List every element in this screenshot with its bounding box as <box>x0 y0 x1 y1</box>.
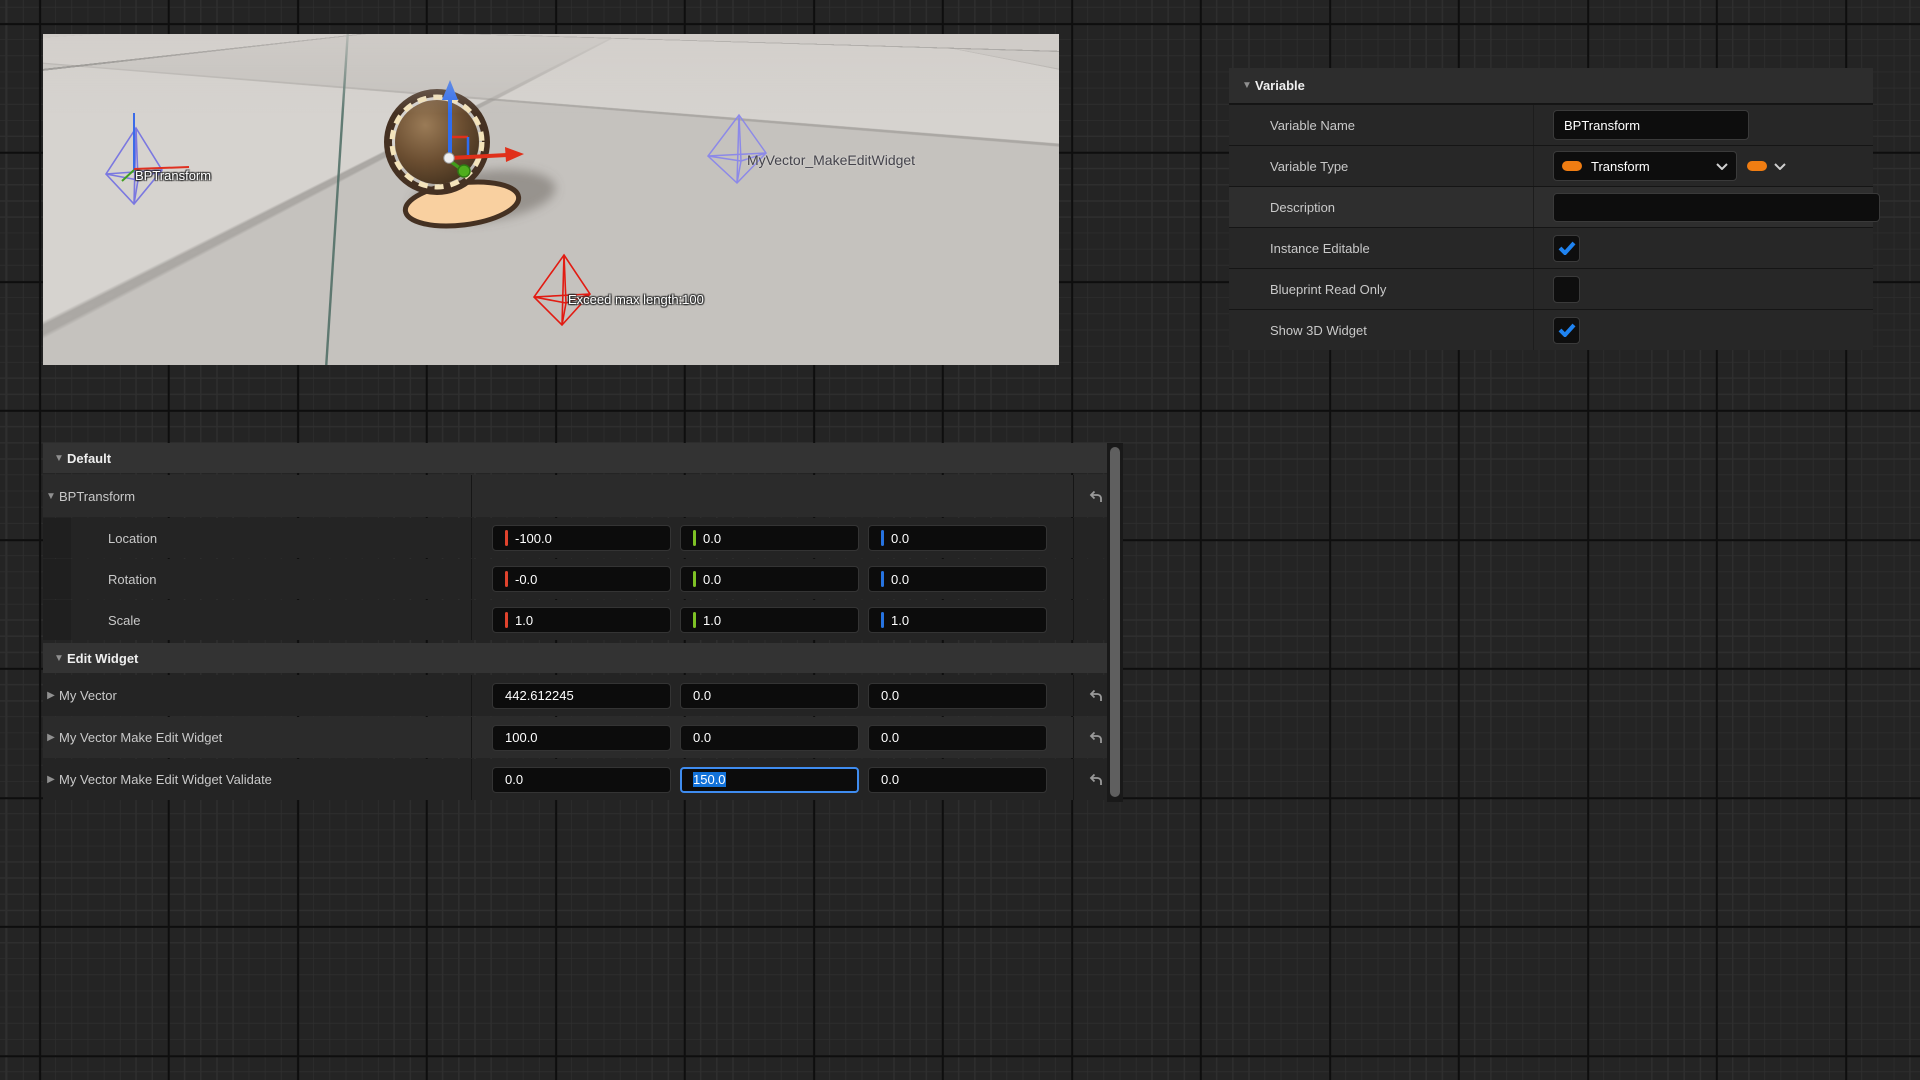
row-location: Location -100.0 0.0 0.0 <box>43 518 1107 558</box>
variable-panel: ▼ Variable Variable Name BPTransform Var… <box>1229 68 1873 350</box>
row-label: My Vector Make Edit Widget Validate <box>59 772 272 787</box>
row-label: BPTransform <box>59 489 135 504</box>
column-splitter[interactable] <box>1533 146 1534 186</box>
variable-name-row: Variable Name BPTransform <box>1229 105 1873 145</box>
gizmo-x-arrowhead[interactable] <box>505 147 524 162</box>
reset-to-default-button[interactable] <box>1083 484 1107 508</box>
column-splitter[interactable] <box>1533 310 1534 350</box>
world-axis-line <box>326 34 348 365</box>
my-vector-validate-x-field[interactable]: 0.0 <box>492 767 671 793</box>
widget-octahedron-exceed[interactable] <box>534 255 590 325</box>
show-3d-widget-checkbox[interactable] <box>1553 317 1580 344</box>
row-label: Rotation <box>43 572 156 587</box>
sphere-billboard[interactable] <box>388 93 486 191</box>
instance-editable-checkbox[interactable] <box>1553 235 1580 262</box>
expand-triangle-icon[interactable]: ▶ <box>43 690 59 701</box>
row-scale: Scale 1.0 1.0 1.0 <box>43 600 1107 640</box>
location-z-field[interactable]: 0.0 <box>868 525 1047 551</box>
reset-to-default-button[interactable] <box>1083 726 1107 750</box>
my-vector-y-field[interactable]: 0.0 <box>680 683 859 709</box>
preview-viewport[interactable]: BPTransform MyVector_MakeEditWidget Exce… <box>43 34 1059 365</box>
instance-editable-label: Instance Editable <box>1229 241 1533 256</box>
transform-pin-icon <box>1562 161 1582 171</box>
reset-to-default-button[interactable] <box>1083 684 1107 708</box>
location-y-field[interactable]: 0.0 <box>680 525 859 551</box>
scale-z-field[interactable]: 1.0 <box>868 607 1047 633</box>
scale-x-field[interactable]: 1.0 <box>492 607 671 633</box>
description-row: Description <box>1229 187 1873 227</box>
section-header-default[interactable]: ▼ Default <box>43 443 1107 473</box>
scale-y-field[interactable]: 1.0 <box>680 607 859 633</box>
label-myvector-makeeditwidget: MyVector_MakeEditWidget <box>747 152 915 168</box>
my-vector-make-z-field[interactable]: 0.0 <box>868 725 1047 751</box>
row-bptransform: ▼ BPTransform <box>43 475 1107 517</box>
column-splitter[interactable] <box>1533 105 1534 145</box>
row-my-vector: ▶ My Vector 442.612245 0.0 0.0 <box>43 675 1107 716</box>
section-title: Default <box>67 451 111 466</box>
my-vector-make-x-field[interactable]: 100.0 <box>492 725 671 751</box>
collapse-triangle-icon[interactable]: ▼ <box>1239 80 1255 91</box>
row-rotation: Rotation -0.0 0.0 0.0 <box>43 559 1107 599</box>
row-my-vector-make-edit-widget: ▶ My Vector Make Edit Widget 100.0 0.0 0… <box>43 717 1107 758</box>
variable-section-title: Variable <box>1255 78 1305 93</box>
column-splitter[interactable] <box>1533 228 1534 268</box>
viewport-scene <box>43 34 1059 365</box>
variable-name-label: Variable Name <box>1229 118 1533 133</box>
expand-triangle-icon[interactable]: ▶ <box>43 774 59 785</box>
row-my-vector-make-edit-widget-validate: ▶ My Vector Make Edit Widget Validate 0.… <box>43 759 1107 800</box>
checkmark-icon <box>1558 323 1576 337</box>
row-label: My Vector <box>59 688 117 703</box>
blueprint-read-only-row: Blueprint Read Only <box>1229 269 1873 309</box>
expand-triangle-icon[interactable]: ▶ <box>43 732 59 743</box>
gizmo-center-handle[interactable] <box>444 153 454 163</box>
rotation-y-field[interactable]: 0.0 <box>680 566 859 592</box>
container-type-pin-icon[interactable] <box>1747 161 1767 171</box>
rotation-z-field[interactable]: 0.0 <box>868 566 1047 592</box>
my-vector-z-field[interactable]: 0.0 <box>868 683 1047 709</box>
my-vector-validate-y-field-editing[interactable]: 150.0 <box>680 767 859 793</box>
variable-type-dropdown[interactable]: Transform <box>1553 151 1737 181</box>
variable-type-value: Transform <box>1591 159 1707 174</box>
column-splitter[interactable] <box>1533 187 1534 227</box>
rotation-x-field[interactable]: -0.0 <box>492 566 671 592</box>
show-3d-widget-label: Show 3D Widget <box>1229 323 1533 338</box>
label-exceed-max-length: Exceed max length:100 <box>568 292 704 307</box>
blueprint-editor-canvas[interactable]: BPTransform MyVector_MakeEditWidget Exce… <box>0 0 1920 1080</box>
details-scrollbar-track[interactable] <box>1107 443 1123 802</box>
location-x-field[interactable]: -100.0 <box>492 525 671 551</box>
reset-to-default-button[interactable] <box>1083 768 1107 792</box>
collapse-triangle-icon[interactable]: ▼ <box>51 653 67 664</box>
blueprint-read-only-label: Blueprint Read Only <box>1229 282 1533 297</box>
variable-section-header[interactable]: ▼ Variable <box>1229 68 1873 104</box>
row-label: Location <box>43 531 157 546</box>
description-label: Description <box>1229 200 1533 215</box>
checkmark-icon <box>1558 241 1576 255</box>
my-vector-make-y-field[interactable]: 0.0 <box>680 725 859 751</box>
row-label: Scale <box>43 613 141 628</box>
chevron-down-icon <box>1716 163 1728 170</box>
my-vector-x-field[interactable]: 442.612245 <box>492 683 671 709</box>
section-title: Edit Widget <box>67 651 138 666</box>
widget-octahedron-myvector[interactable] <box>708 115 766 183</box>
variable-name-input[interactable]: BPTransform <box>1553 110 1749 140</box>
expand-triangle-icon[interactable]: ▼ <box>43 491 59 502</box>
instance-editable-row: Instance Editable <box>1229 228 1873 268</box>
blueprint-read-only-checkbox[interactable] <box>1553 276 1580 303</box>
variable-type-row: Variable Type Transform <box>1229 146 1873 186</box>
container-type-chevron-icon[interactable] <box>1774 163 1786 170</box>
collapse-triangle-icon[interactable]: ▼ <box>51 453 67 464</box>
show-3d-widget-row: Show 3D Widget <box>1229 310 1873 350</box>
my-vector-validate-z-field[interactable]: 0.0 <box>868 767 1047 793</box>
section-header-edit-widget[interactable]: ▼ Edit Widget <box>43 643 1107 673</box>
row-label: My Vector Make Edit Widget <box>59 730 222 745</box>
details-scrollbar-thumb[interactable] <box>1110 447 1120 797</box>
label-bptransform: BPTransform <box>135 168 211 183</box>
column-splitter[interactable] <box>1533 269 1534 309</box>
description-input[interactable] <box>1553 193 1880 222</box>
variable-type-label: Variable Type <box>1229 159 1533 174</box>
